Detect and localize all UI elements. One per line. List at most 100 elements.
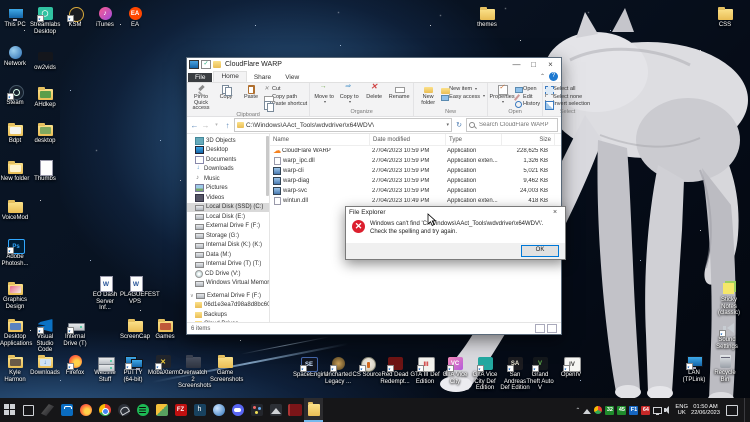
desktop-icon-ea[interactable]: EAEA <box>120 6 150 29</box>
move-to-button[interactable]: Move to <box>312 84 336 104</box>
nav-item-external-drive-f[interactable]: External Drive F (F:) <box>187 222 269 232</box>
volume-icon[interactable] <box>664 406 672 414</box>
tray-badge-3[interactable]: F1 <box>629 406 638 415</box>
new-item-button[interactable]: New item <box>441 86 485 92</box>
taskbar-globe-app[interactable] <box>209 398 228 422</box>
copy-to-button[interactable]: Copy to <box>337 84 361 104</box>
desktop-icon-rdr[interactable]: Red Dead Redempt... <box>380 356 410 385</box>
paste-shortcut-button[interactable]: Paste shortcut <box>264 101 307 107</box>
desktop-icon-spaceengine[interactable]: SESpaceEngine <box>293 356 323 379</box>
taskbar-photos[interactable] <box>152 398 171 422</box>
taskbar-file-explorer[interactable] <box>304 398 323 422</box>
desktop-icon-voicemod[interactable]: VoiceMod <box>0 199 30 222</box>
select-none-button[interactable]: Select none <box>545 94 590 100</box>
desktop-icon-new-folder[interactable]: New folder <box>0 160 30 183</box>
desktop-icon-lan[interactable]: LAN (TPLink) <box>679 354 709 383</box>
start-button[interactable] <box>0 398 19 422</box>
nav-item-external-drive-f-section[interactable]: ∨External Drive F (F:) <box>187 291 269 301</box>
nav-item-data-m[interactable]: Data (M:) <box>187 250 269 260</box>
taskbar-filezilla[interactable]: FZ <box>171 398 190 422</box>
desktop-icon-sound-settings[interactable]: Sound Settings <box>712 321 742 350</box>
taskbar-library-app[interactable] <box>285 398 304 422</box>
nav-item-local-disk-c[interactable]: Local Disk (SSD) (C:) <box>187 203 269 213</box>
tray-chevron-up-icon[interactable]: ⌃ <box>575 407 580 414</box>
file-row[interactable]: warp-diag 27/04/2023 10:59 PMApplication… <box>270 176 561 186</box>
address-box[interactable]: C:\Windows\AAct_Tools\wdvdriver\x64WDV\ … <box>234 118 452 132</box>
search-box[interactable] <box>466 118 558 132</box>
nav-item-documents[interactable]: Documents <box>187 155 269 165</box>
help-icon[interactable]: ? <box>549 72 558 81</box>
tray-temp-badge-1[interactable]: 32 <box>605 406 614 415</box>
properties-quick-icon[interactable]: ✓ <box>201 60 211 69</box>
network-icon[interactable] <box>653 406 661 414</box>
file-row[interactable]: warp_ipc.dll 27/04/2023 10:59 PMApplicat… <box>270 156 561 166</box>
desktop-icon-screencap[interactable]: ScreenCap <box>120 318 150 341</box>
edit-button[interactable]: Edit <box>515 94 540 100</box>
nav-item-storage-g[interactable]: Storage (G:) <box>187 231 269 241</box>
file-row[interactable]: warp-cli 27/04/2023 10:59 PMApplication5… <box>270 166 561 176</box>
nav-item-videos[interactable]: Videos <box>187 193 269 203</box>
quick-access-toolbar[interactable]: ✓ <box>189 60 221 69</box>
file-row[interactable]: wintun.dll 27/04/2023 10:49 PMApplicatio… <box>270 196 561 206</box>
desktop-icon-recycle-bin[interactable]: Recycle Bin <box>710 354 740 383</box>
paste-button[interactable]: Paste <box>239 84 263 101</box>
language-indicator[interactable]: ENGUK <box>675 404 688 417</box>
desktop-icon-cs-source[interactable]: CS Source <box>352 356 382 379</box>
nav-item-local-disk-e[interactable]: Local Disk (E:) <box>187 212 269 222</box>
desktop-icon-gta5[interactable]: VGrand Theft Auto V <box>525 356 555 392</box>
minimize-button[interactable]: — <box>508 59 525 71</box>
nav-item-windows-virtual-memory[interactable]: Windows Virtual Memory ( <box>187 279 269 289</box>
nav-item-pictures[interactable]: Pictures <box>187 184 269 194</box>
new-folder-quick-icon[interactable] <box>213 61 221 68</box>
taskbar-discord[interactable] <box>228 398 247 422</box>
file-row[interactable]: CloudFlare WARP 27/04/2023 10:59 PMAppli… <box>270 146 561 156</box>
select-all-button[interactable]: Select all <box>545 86 590 92</box>
desktop-icon-themes[interactable]: themes <box>472 6 502 29</box>
open-button[interactable]: Open <box>515 86 540 92</box>
tray-app-icon[interactable] <box>583 406 591 414</box>
column-size[interactable]: Size <box>502 134 555 145</box>
desktop-icon-eo-dash-doc[interactable]: WEO Dash Server Inf... <box>90 276 120 312</box>
column-date-modified[interactable]: Date modified <box>370 134 446 145</box>
nav-item-internal-drive-t[interactable]: Internal Drive (T) (T:) <box>187 260 269 270</box>
desktop-icon-ow2-screenshots[interactable]: Overwatch 2 Screenshots <box>178 354 208 390</box>
desktop-icon-desktop-applications[interactable]: Desktop Applications <box>0 318 30 347</box>
desktop-icon-itunes[interactable]: ♪iTunes <box>90 6 120 29</box>
desktop-icon-uncharted[interactable]: Uncharted Legacy ... <box>323 356 353 385</box>
collapse-ribbon-icon[interactable]: ⌃ <box>540 73 545 80</box>
back-button[interactable]: ← <box>190 121 199 130</box>
desktop-icon-website-stuff[interactable]: Website Stuff <box>90 354 120 383</box>
desktop-icon-gta3[interactable]: IIIGTA III Def Edition <box>410 356 440 385</box>
nav-item-downloads[interactable]: Downloads <box>187 165 269 175</box>
desktop-icon-network[interactable]: Network <box>0 45 30 68</box>
taskbar-wallpaper-engine[interactable] <box>38 398 57 422</box>
desktop-icon-gta-vc-def[interactable]: GTA Vice City Def Edition <box>470 356 500 392</box>
desktop-icon-internal-drive-t[interactable]: Internal Drive (T) <box>60 318 90 347</box>
new-folder-button[interactable]: New folder <box>416 84 440 106</box>
nav-item-cd-drive-v[interactable]: CD Drive (V:) <box>187 269 269 279</box>
clock[interactable]: 01:50 AM22/06/2023 <box>691 404 720 417</box>
taskbar-handbrake[interactable]: h <box>190 398 209 422</box>
desktop-icon-mobaxterm[interactable]: ✕MobaXterm <box>148 354 178 377</box>
copy-button[interactable]: Copy <box>214 84 238 101</box>
taskbar-chrome[interactable] <box>95 398 114 422</box>
taskbar-firefox[interactable] <box>76 398 95 422</box>
invert-selection-button[interactable]: Invert selection <box>545 101 590 107</box>
desktop-icon-css[interactable]: CSS <box>710 6 740 29</box>
rename-button[interactable]: Rename <box>387 84 411 101</box>
cut-button[interactable]: Cut <box>264 86 307 92</box>
desktop-icon-downloads[interactable]: ↓Downloads <box>30 354 60 377</box>
nav-item-backups[interactable]: Backups <box>187 310 269 320</box>
desktop-icon-putty[interactable]: PuTTY (64-bit) <box>118 354 148 383</box>
thumbnail-view-icon[interactable] <box>547 324 557 333</box>
history-button[interactable]: History <box>515 101 540 107</box>
desktop-icon-photoshop[interactable]: PsAdobe Photosh... <box>0 238 30 267</box>
desktop-icon-desktop-folder[interactable]: desktop <box>30 122 60 145</box>
desktop-icon-sticky-notes[interactable]: Sticky Notes (classic) <box>714 281 744 317</box>
column-name[interactable]: Name <box>270 134 370 145</box>
tray-temp-badge-4[interactable]: 64 <box>641 406 650 415</box>
pin-to-quick-access-button[interactable]: Pin to Quick access <box>189 84 213 112</box>
taskbar-molecule-app[interactable] <box>247 398 266 422</box>
taskbar-microsoft-store[interactable] <box>57 398 76 422</box>
desktop-icon-gta-vc[interactable]: VCGTA Vice City <box>440 356 470 385</box>
